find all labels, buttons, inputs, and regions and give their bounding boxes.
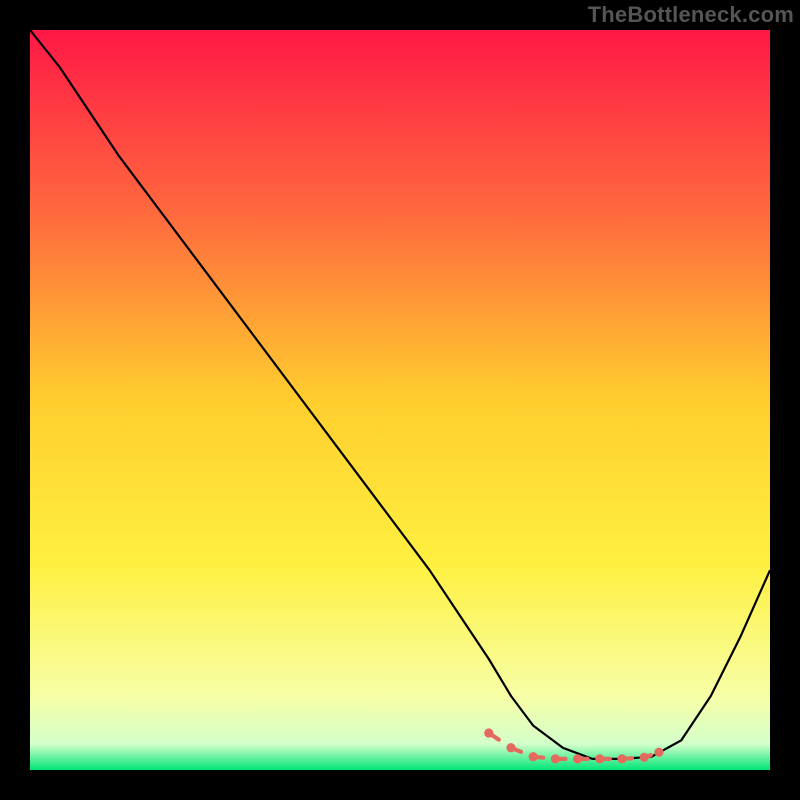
bottleneck-chart-svg: [30, 30, 770, 770]
optimal-range-marker-dash: [644, 755, 651, 757]
chart-background: [30, 30, 770, 770]
watermark-text: TheBottleneck.com: [588, 2, 794, 28]
chart-plot-area: [30, 30, 770, 770]
optimal-range-marker-dash: [533, 757, 543, 758]
optimal-range-marker-dash: [622, 758, 632, 759]
optimal-range-marker-dot: [654, 748, 663, 757]
